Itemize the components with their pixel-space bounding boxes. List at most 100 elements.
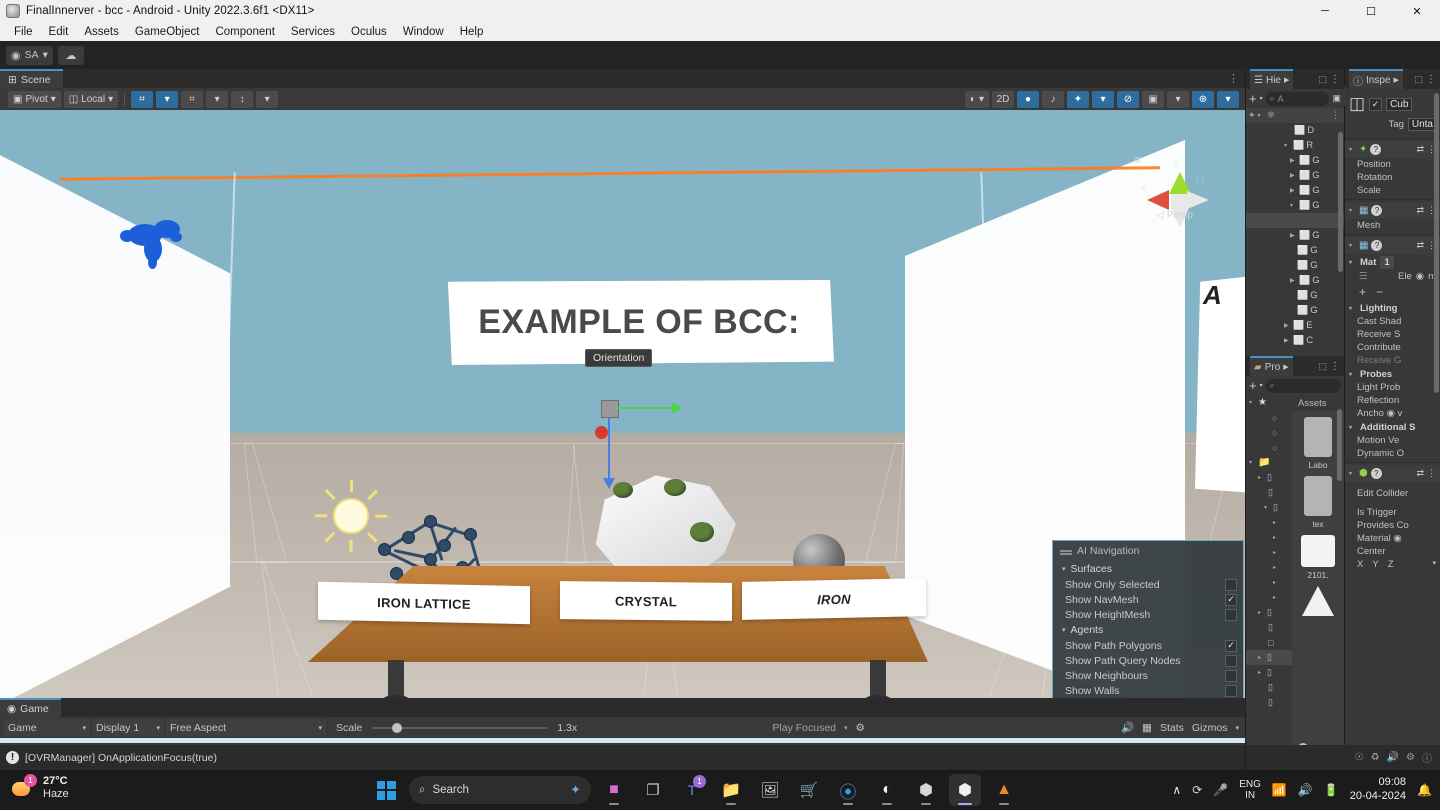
hierarchy-search-input[interactable]: ⌕ A	[1265, 91, 1330, 106]
ainav-row-show-path-query-nodes[interactable]: Show Path Query Nodes	[1053, 653, 1243, 668]
file-explorer-icon[interactable]: 📁	[715, 774, 747, 806]
ainav-checkbox[interactable]	[1225, 654, 1237, 667]
battery-icon[interactable]: 🔋	[1324, 783, 1339, 797]
ainav-checkbox[interactable]	[1225, 684, 1237, 697]
ruler-button[interactable]: ↕	[231, 90, 254, 108]
list-item[interactable]: ⬜ D	[1246, 123, 1344, 138]
unity-hub-icon[interactable]: ◐	[871, 774, 903, 806]
chevron-down-icon[interactable]: ▾	[1349, 424, 1356, 431]
list-item[interactable]: ▾ ⬜ G	[1246, 198, 1344, 213]
hidden-objects-icon[interactable]: ⊘	[1117, 90, 1139, 108]
section-probes[interactable]: ▾ Probes	[1345, 367, 1440, 381]
hierarchy-scene-row[interactable]: ✦ ▾ ⚛ ⋮	[1246, 108, 1344, 123]
list-item[interactable]: ▯	[1246, 485, 1292, 500]
list-item[interactable]: ○	[1246, 425, 1292, 440]
tab-inspector[interactable]: ⓘ Inspe ▶	[1349, 69, 1403, 89]
scale-slider-knob[interactable]	[392, 722, 403, 733]
component-meshfilter-header[interactable]: ▾ ▦ ? ⇄ ⋮	[1345, 202, 1440, 219]
add-material-button[interactable]: +	[1359, 285, 1366, 299]
ainav-checkbox[interactable]	[1225, 669, 1237, 682]
object-enabled-checkbox[interactable]: ✓	[1369, 97, 1383, 111]
scene-fx-caret[interactable]: ▾	[1092, 90, 1114, 108]
chevron-down-icon[interactable]: ▾	[1260, 382, 1263, 389]
volume-icon[interactable]: 🔊	[1298, 783, 1313, 797]
chevron-down-icon[interactable]: ▾	[1249, 399, 1256, 406]
project-assets-row[interactable]: ▾ 📁	[1246, 455, 1292, 470]
remove-material-button[interactable]: −	[1376, 285, 1383, 299]
list-item[interactable]: ⬜ G	[1246, 258, 1344, 273]
aspect-grid-icon[interactable]: ▦	[1142, 722, 1152, 734]
help-icon[interactable]: ?	[1370, 144, 1382, 155]
gizmo-y-axis[interactable]	[608, 418, 610, 482]
tab-hierarchy[interactable]: ☰ Hie ▶	[1250, 69, 1294, 89]
list-item[interactable]: ○	[1246, 440, 1292, 455]
property-reflection-probes[interactable]: Reflection	[1345, 394, 1440, 407]
preset-icon[interactable]: ⇄	[1416, 144, 1424, 155]
bug-reporter-icon[interactable]: ⚙	[856, 722, 865, 734]
list-item[interactable]: ▸	[1246, 545, 1292, 560]
section-lighting[interactable]: ▾ Lighting	[1345, 301, 1440, 315]
game-mode-dropdown[interactable]: Game ▾	[4, 719, 90, 736]
chevron-right-icon[interactable]: ▸	[1258, 474, 1265, 481]
console-bar[interactable]: ! [OVRManager] OnApplicationFocus(true)	[0, 745, 1245, 770]
property-contribute-gi[interactable]: Contribute	[1345, 341, 1440, 354]
menu-services[interactable]: Services	[283, 24, 343, 40]
chevron-down-icon[interactable]: ▾	[1260, 95, 1263, 102]
ainav-row-show-only-selected[interactable]: Show Only Selected	[1053, 577, 1243, 592]
gizmo-x-axis[interactable]	[618, 407, 678, 409]
component-boxcollider-header[interactable]: ▾ ⬢ ? ⇄ ⋮	[1345, 465, 1440, 482]
ai-navigation-header[interactable]: AI Navigation	[1053, 543, 1243, 561]
list-item[interactable]: □	[1246, 635, 1292, 650]
scene-audio-icon[interactable]: ♪	[1042, 90, 1064, 108]
chevron-down-icon[interactable]: ▾	[1349, 146, 1356, 153]
chevron-right-icon[interactable]: ▸	[1273, 549, 1280, 556]
help-icon[interactable]: ?	[1370, 468, 1382, 479]
property-cast-shadows[interactable]: Cast Shad	[1345, 315, 1440, 328]
maximize-button[interactable]: ☐	[1348, 0, 1394, 22]
list-item[interactable]: ▸ ▯	[1246, 665, 1292, 680]
property-anchor-override[interactable]: Ancho ◉ v	[1345, 407, 1440, 420]
hierarchy-tree[interactable]: ✦ ▾ ⚛ ⋮ ⬜ D ▾ ⬜ R ▶ ⬜ G ▶ ⬜ G ▶ ⬜ G ▾ ⬜ …	[1246, 108, 1344, 356]
status-icon-2[interactable]: ♻	[1371, 752, 1380, 763]
list-item[interactable]: ▯	[1246, 695, 1292, 710]
hierarchy-selected-row[interactable]	[1246, 213, 1344, 228]
tab-game[interactable]: ◉ Game	[0, 698, 61, 717]
chevron-right-icon[interactable]: ▶	[1284, 337, 1291, 344]
chevron-down-icon[interactable]: ▾	[1062, 626, 1066, 634]
list-item[interactable]: ⬜ G	[1246, 303, 1344, 318]
stats-button[interactable]: Stats	[1160, 722, 1184, 734]
gizmos-button[interactable]: Gizmos	[1192, 722, 1228, 734]
list-item[interactable]: ▶ ⬜ G	[1246, 273, 1344, 288]
chevron-right-icon[interactable]: ▶	[1284, 322, 1291, 329]
weather-widget[interactable]: 1 27°C Haze	[10, 773, 69, 800]
list-item[interactable]: ▸	[1246, 530, 1292, 545]
property-motion-vectors[interactable]: Motion Ve	[1345, 434, 1440, 447]
copilot-icon[interactable]: ✦	[570, 782, 581, 798]
menu-window[interactable]: Window	[395, 24, 452, 40]
ainav-group-agents[interactable]: ▾ Agents	[1053, 622, 1243, 638]
property-light-probes[interactable]: Light Prob	[1345, 381, 1440, 394]
project-menu-icon[interactable]: ⋮	[1330, 361, 1340, 372]
chevron-down-icon[interactable]: ▾	[1349, 371, 1356, 378]
list-item[interactable]: ▸	[1246, 575, 1292, 590]
chevron-right-icon[interactable]: ▸	[1273, 594, 1280, 601]
chevron-down-icon[interactable]: ▾	[1249, 459, 1256, 466]
project-search-input[interactable]: ⌕	[1265, 378, 1341, 393]
help-icon[interactable]: ?	[1371, 240, 1383, 251]
chevron-down-icon[interactable]: ▾	[1349, 259, 1356, 266]
object-name-field[interactable]: Cub	[1386, 97, 1413, 111]
project-grid-scrollbar[interactable]	[1337, 409, 1342, 481]
teams-icon[interactable]: ■	[598, 774, 630, 806]
tab-overflow-arrow-icon[interactable]: ▶	[1393, 76, 1398, 84]
scene-fx-icon[interactable]: ✦	[1067, 90, 1089, 108]
grid-snap-button[interactable]: ⌗	[131, 90, 154, 108]
status-icon-1[interactable]: ☉	[1355, 752, 1364, 763]
property-scale[interactable]: Scale	[1345, 184, 1440, 197]
list-item[interactable]: ⬜ G	[1246, 243, 1344, 258]
chevron-down-icon[interactable]: ▾	[1062, 565, 1066, 573]
tab-project[interactable]: ▰ Pro ▶	[1250, 356, 1293, 376]
preset-icon[interactable]: ⇄	[1416, 205, 1424, 216]
object-picker-icon[interactable]: ◉	[1416, 271, 1424, 282]
tab-overflow-arrow-icon[interactable]: ▶	[1284, 76, 1289, 84]
chevron-down-icon[interactable]: ▾	[1349, 305, 1356, 312]
